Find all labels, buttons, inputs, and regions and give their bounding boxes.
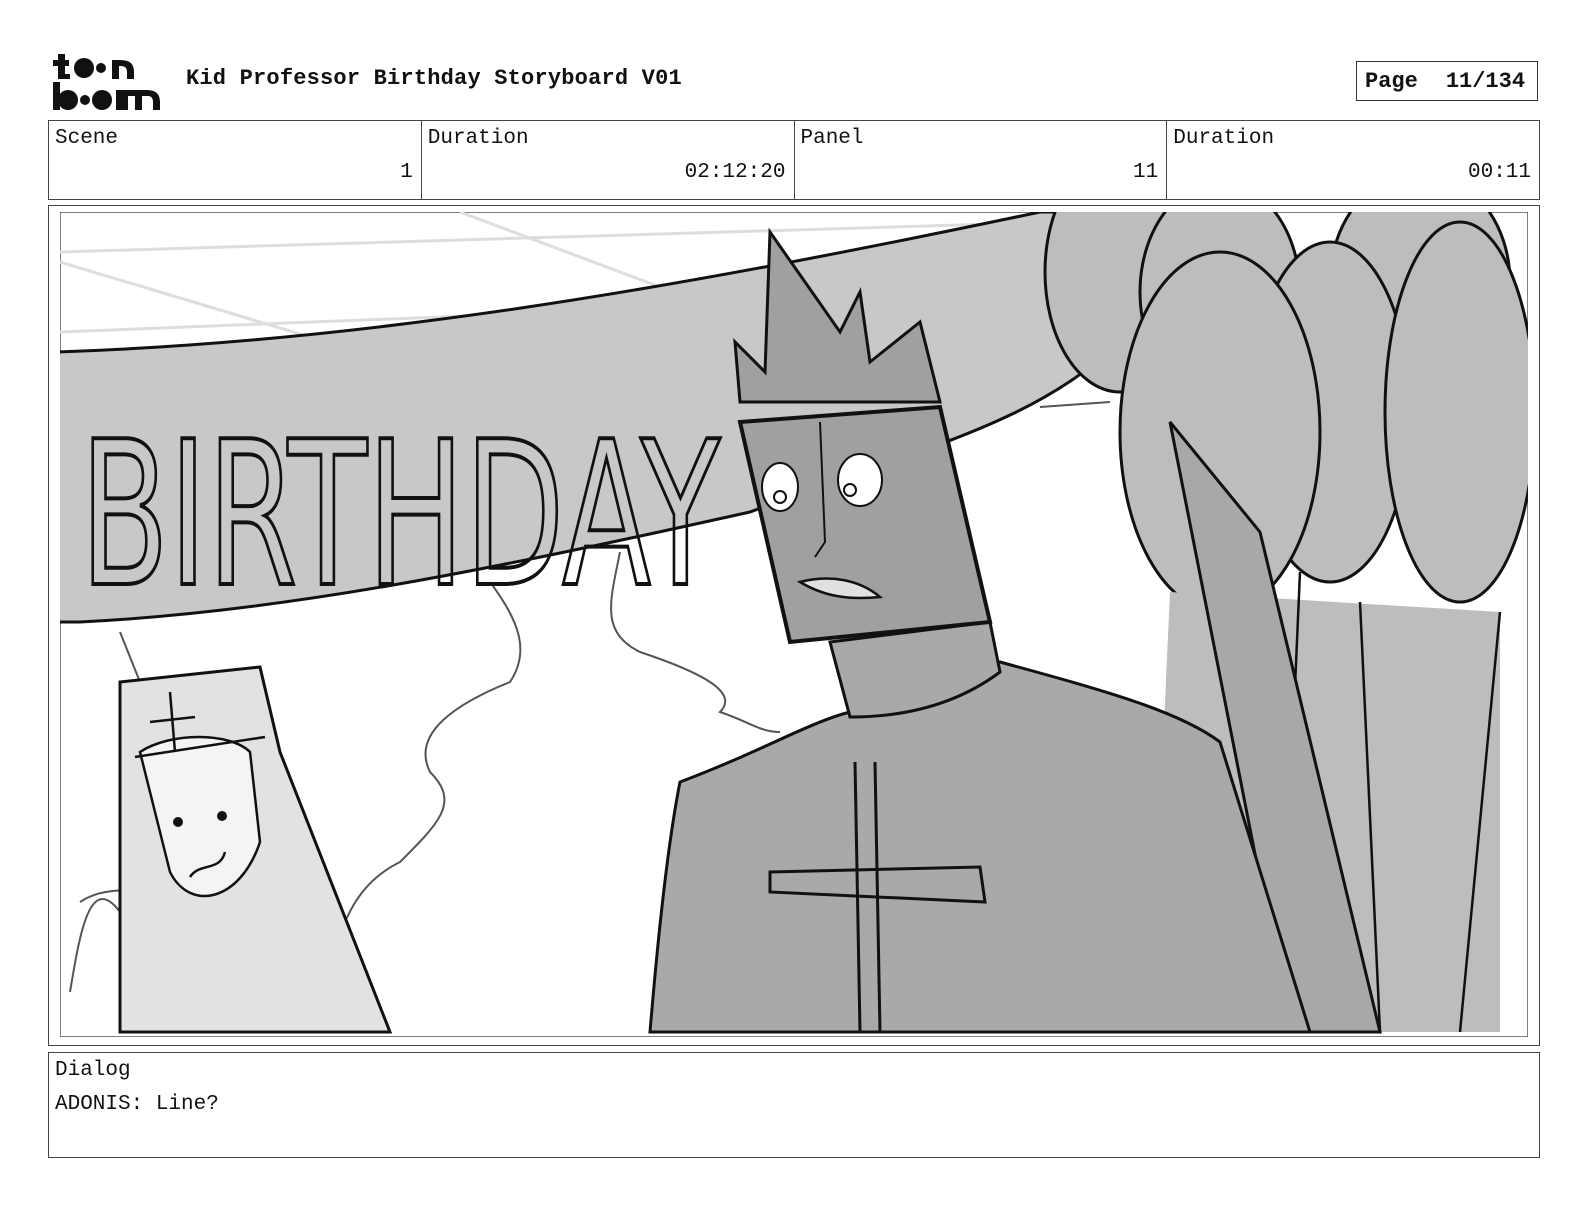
panel-label: Panel (800, 127, 864, 150)
dialog-label: Dialog (55, 1059, 131, 1082)
panel-duration-value: 00:11 (1467, 161, 1531, 184)
toonboom-logo (53, 54, 160, 110)
panel-duration-cell: Duration 00:11 (1167, 121, 1539, 199)
storyboard-panel: BIRTHDAY (48, 205, 1540, 1046)
scene-value: 1 (400, 161, 413, 184)
dialog-box: Dialog ADONIS: Line? (48, 1052, 1540, 1158)
storyboard-title: Kid Professor Birthday Storyboard V01 (186, 66, 682, 91)
page-indicator: Page 11/134 (1356, 61, 1538, 101)
panel-drawing: BIRTHDAY (60, 212, 1528, 1037)
panel-cell: Panel 11 (795, 121, 1168, 199)
panel-info-row: Scene 1 Duration 02:12:20 Panel 11 Durat… (48, 120, 1540, 200)
panel-duration-label: Duration (1173, 127, 1275, 150)
panel-value: 11 (1133, 161, 1159, 184)
dialog-text: ADONIS: Line? (55, 1093, 219, 1116)
scene-label: Scene (55, 127, 119, 150)
scene-duration-label: Duration (427, 127, 529, 150)
page-number: 11/134 (1445, 68, 1526, 94)
page-label: Page (1365, 68, 1418, 94)
scene-duration-cell: Duration 02:12:20 (422, 121, 795, 199)
scene-duration-value: 02:12:20 (684, 161, 786, 184)
banner-lettering: BIRTHDAY (80, 399, 721, 632)
scene-cell: Scene 1 (49, 121, 422, 199)
